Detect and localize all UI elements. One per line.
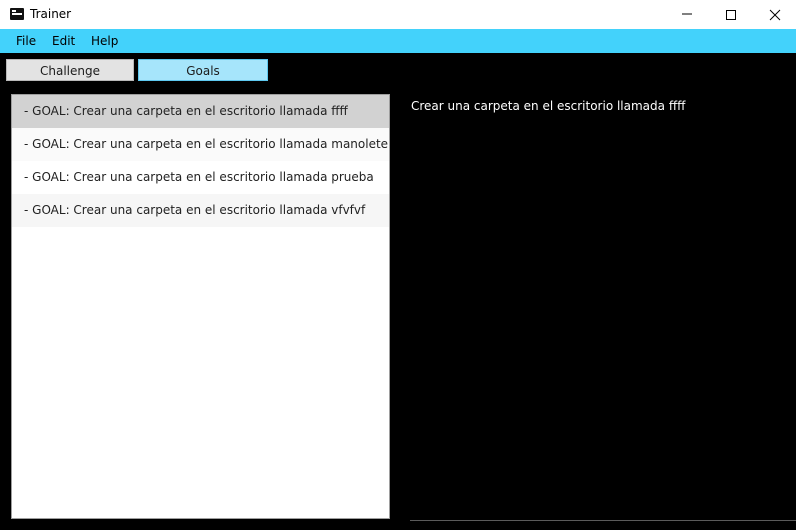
maximize-button[interactable] [708, 0, 754, 29]
maximize-icon [726, 10, 736, 20]
title-bar: Trainer [0, 0, 796, 29]
terminal-icon [10, 8, 24, 20]
goal-item[interactable]: - GOAL: Crear una carpeta en el escritor… [12, 128, 389, 161]
window-title: Trainer [30, 7, 72, 21]
menu-help[interactable]: Help [91, 34, 118, 48]
tab-goals[interactable]: Goals [138, 59, 268, 81]
goal-item-selected[interactable]: - GOAL: Crear una carpeta en el escritor… [12, 95, 389, 128]
goals-list: - GOAL: Crear una carpeta en el escritor… [11, 94, 390, 519]
minimize-button[interactable] [664, 0, 710, 29]
goal-detail-text: Crear una carpeta en el escritorio llama… [411, 99, 686, 113]
close-button[interactable] [752, 0, 796, 29]
menu-file[interactable]: File [16, 34, 36, 48]
goal-item[interactable]: - GOAL: Crear una carpeta en el escritor… [12, 161, 389, 194]
goal-item[interactable]: - GOAL: Crear una carpeta en el escritor… [12, 194, 389, 227]
menu-edit[interactable]: Edit [52, 34, 75, 48]
detail-divider [410, 520, 796, 521]
menu-bar: File Edit Help [0, 29, 796, 53]
minimize-icon [682, 13, 692, 15]
close-icon [769, 9, 781, 21]
tab-challenge[interactable]: Challenge [6, 59, 134, 81]
